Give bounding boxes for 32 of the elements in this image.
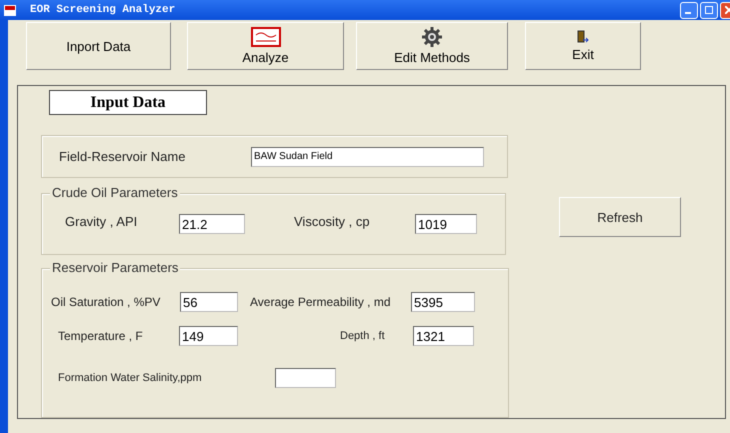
field-label: Field-Reservoir Name [59, 149, 186, 164]
field-label: Gravity , API [65, 214, 138, 228]
section-heading: Input Data [49, 90, 207, 115]
toolbar-button[interactable]: Analyze [187, 22, 344, 70]
minimize-button[interactable] [680, 2, 698, 18]
field-label: Oil Saturation , %PV [51, 295, 162, 309]
input-field[interactable]: BAW Sudan Field [251, 146, 484, 166]
field-label: Depth , ft [340, 330, 386, 342]
refresh-button[interactable]: Refresh [559, 197, 681, 237]
logo-icon [250, 27, 280, 47]
toolbar-button[interactable]: Edit Methods [356, 22, 508, 70]
door-icon [577, 30, 589, 44]
input-field[interactable]: 21.2 [179, 214, 245, 234]
field-label: Formation Water Salinity,ppm [58, 372, 203, 384]
field-label: Viscosity , cp [294, 214, 371, 228]
input-field[interactable] [275, 368, 336, 388]
input-field[interactable]: 5395 [411, 292, 475, 312]
gear-icon [422, 27, 442, 47]
app-icon [4, 4, 16, 16]
window-title: EOR Screening Analyzer [30, 4, 176, 16]
field-label: Temperature , F [58, 329, 144, 343]
group-title: Reservoir Parameters [50, 260, 180, 275]
input-field[interactable]: 149 [179, 326, 238, 346]
input-field[interactable]: 56 [180, 292, 238, 312]
field-label: Average Permeability , md [250, 295, 392, 309]
maximize-button[interactable] [700, 2, 718, 18]
input-field[interactable]: 1321 [413, 326, 474, 346]
group-title: Crude Oil Parameters [50, 185, 180, 200]
input-field[interactable]: 1019 [415, 214, 477, 234]
toolbar-button[interactable]: Exit [525, 22, 641, 70]
maximize-icon [705, 6, 713, 14]
toolbar-button[interactable]: Inport Data [26, 22, 171, 70]
